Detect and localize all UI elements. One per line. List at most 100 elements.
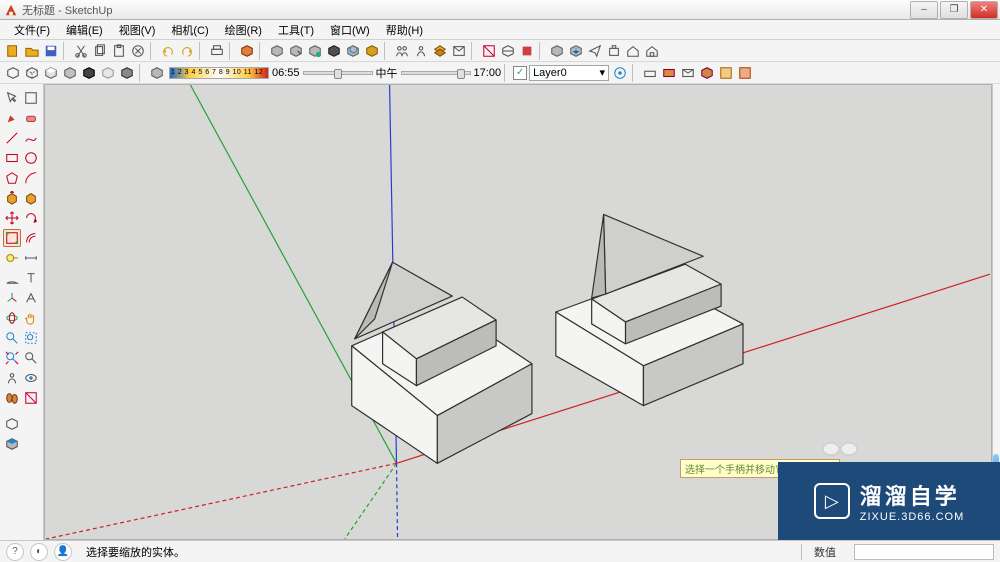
- shadow-time-slider-2[interactable]: [401, 71, 471, 75]
- shadow-month-scale[interactable]: 1 2 3 4 5 6 7 8 9 10 11 12: [169, 67, 269, 79]
- zoom-window-tool[interactable]: [23, 329, 41, 347]
- previous-tool[interactable]: [23, 349, 41, 367]
- shadow-time-slider[interactable]: [303, 71, 373, 75]
- menu-tools[interactable]: 工具(T): [270, 20, 322, 40]
- minimize-button[interactable]: –: [910, 1, 938, 19]
- warehouse-icon[interactable]: [548, 42, 566, 60]
- walk-tool[interactable]: [3, 389, 21, 407]
- dimension-tool[interactable]: [23, 249, 41, 267]
- look-around-tool[interactable]: [23, 369, 41, 387]
- help-icon[interactable]: ?: [6, 543, 24, 561]
- style-mono-icon[interactable]: [80, 64, 98, 82]
- offset-tool[interactable]: [23, 229, 41, 247]
- get-models-icon[interactable]: [567, 42, 585, 60]
- style-texture-icon[interactable]: [61, 64, 79, 82]
- print-button[interactable]: [208, 42, 226, 60]
- style-shaded-icon[interactable]: [42, 64, 60, 82]
- section-tool[interactable]: [23, 389, 41, 407]
- style-wire-icon[interactable]: [4, 64, 22, 82]
- line-tool[interactable]: [3, 129, 21, 147]
- scene-icon[interactable]: [450, 42, 468, 60]
- component-add-icon[interactable]: [306, 42, 324, 60]
- style-xray-icon[interactable]: [99, 64, 117, 82]
- paste-button[interactable]: [110, 42, 128, 60]
- layer-select[interactable]: Layer0 ▾: [529, 65, 609, 81]
- menu-edit[interactable]: 编辑(E): [58, 20, 111, 40]
- view-iso-tool[interactable]: [3, 415, 21, 433]
- move-tool[interactable]: [3, 209, 21, 227]
- followme-tool[interactable]: [23, 189, 41, 207]
- section-cut-icon[interactable]: [518, 42, 536, 60]
- polygon-tool[interactable]: [3, 169, 21, 187]
- rotate-tool[interactable]: [23, 209, 41, 227]
- delete-button[interactable]: [129, 42, 147, 60]
- component-dark-icon[interactable]: [325, 42, 343, 60]
- arc-tool[interactable]: [23, 169, 41, 187]
- house-icon[interactable]: [624, 42, 642, 60]
- menu-file[interactable]: 文件(F): [6, 20, 58, 40]
- credits-icon[interactable]: 👤: [54, 543, 72, 561]
- misc-icon-5[interactable]: [717, 64, 735, 82]
- vcb-input[interactable]: [854, 544, 994, 560]
- menu-camera[interactable]: 相机(C): [163, 20, 216, 40]
- geo-icon[interactable]: ◐: [30, 543, 48, 561]
- select-tool[interactable]: [3, 89, 21, 107]
- component-gold-icon[interactable]: [363, 42, 381, 60]
- style-back-icon[interactable]: [118, 64, 136, 82]
- axes-tool[interactable]: [3, 289, 21, 307]
- menu-help[interactable]: 帮助(H): [378, 20, 431, 40]
- misc-icon-3[interactable]: [679, 64, 697, 82]
- misc-icon-1[interactable]: [641, 64, 659, 82]
- extension-icon[interactable]: [605, 42, 623, 60]
- shadow-toggle-icon[interactable]: [148, 64, 166, 82]
- misc-icon-6[interactable]: [736, 64, 754, 82]
- zoom-extents-tool[interactable]: [3, 349, 21, 367]
- section-display-icon[interactable]: [499, 42, 517, 60]
- redo-button[interactable]: [178, 42, 196, 60]
- layer-visible-check[interactable]: ✓: [513, 66, 527, 80]
- copy-button[interactable]: [91, 42, 109, 60]
- protractor-tool[interactable]: [3, 269, 21, 287]
- house2-icon[interactable]: [643, 42, 661, 60]
- pan-tool[interactable]: [23, 309, 41, 327]
- layer-manager-icon[interactable]: [611, 64, 629, 82]
- zoom-tool[interactable]: [3, 329, 21, 347]
- new-button[interactable]: [4, 42, 22, 60]
- circle-tool[interactable]: [23, 149, 41, 167]
- maximize-button[interactable]: ❐: [940, 1, 968, 19]
- misc-icon-2[interactable]: [660, 64, 678, 82]
- paint-tool[interactable]: [3, 109, 21, 127]
- scale-tool[interactable]: [3, 229, 21, 247]
- component-refresh-icon[interactable]: [344, 42, 362, 60]
- people2-icon[interactable]: [412, 42, 430, 60]
- view-top-tool[interactable]: [3, 435, 21, 453]
- style-hidden-icon[interactable]: [23, 64, 41, 82]
- layers-icon[interactable]: [431, 42, 449, 60]
- 3dtext-tool[interactable]: [23, 289, 41, 307]
- people-icon[interactable]: [393, 42, 411, 60]
- menu-draw[interactable]: 绘图(R): [217, 20, 270, 40]
- model-info-button[interactable]: [238, 42, 256, 60]
- section-plane-icon[interactable]: [480, 42, 498, 60]
- freehand-tool[interactable]: [23, 129, 41, 147]
- share-model-icon[interactable]: [586, 42, 604, 60]
- undo-button[interactable]: [159, 42, 177, 60]
- pushpull-tool[interactable]: [3, 189, 21, 207]
- close-button[interactable]: ✕: [970, 1, 998, 19]
- rectangle-tool[interactable]: [3, 149, 21, 167]
- orbit-tool[interactable]: [3, 309, 21, 327]
- eraser-tool[interactable]: [23, 109, 41, 127]
- save-button[interactable]: [42, 42, 60, 60]
- chevron-down-icon: ▾: [600, 66, 606, 79]
- cut-button[interactable]: [72, 42, 90, 60]
- menu-window[interactable]: 窗口(W): [322, 20, 378, 40]
- position-camera-tool[interactable]: [3, 369, 21, 387]
- tape-tool[interactable]: [3, 249, 21, 267]
- text-tool[interactable]: [23, 269, 41, 287]
- component-button[interactable]: [268, 42, 286, 60]
- menu-view[interactable]: 视图(V): [111, 20, 164, 40]
- component-next-icon[interactable]: [287, 42, 305, 60]
- misc-icon-4[interactable]: [698, 64, 716, 82]
- open-button[interactable]: [23, 42, 41, 60]
- make-component-tool[interactable]: [23, 89, 41, 107]
